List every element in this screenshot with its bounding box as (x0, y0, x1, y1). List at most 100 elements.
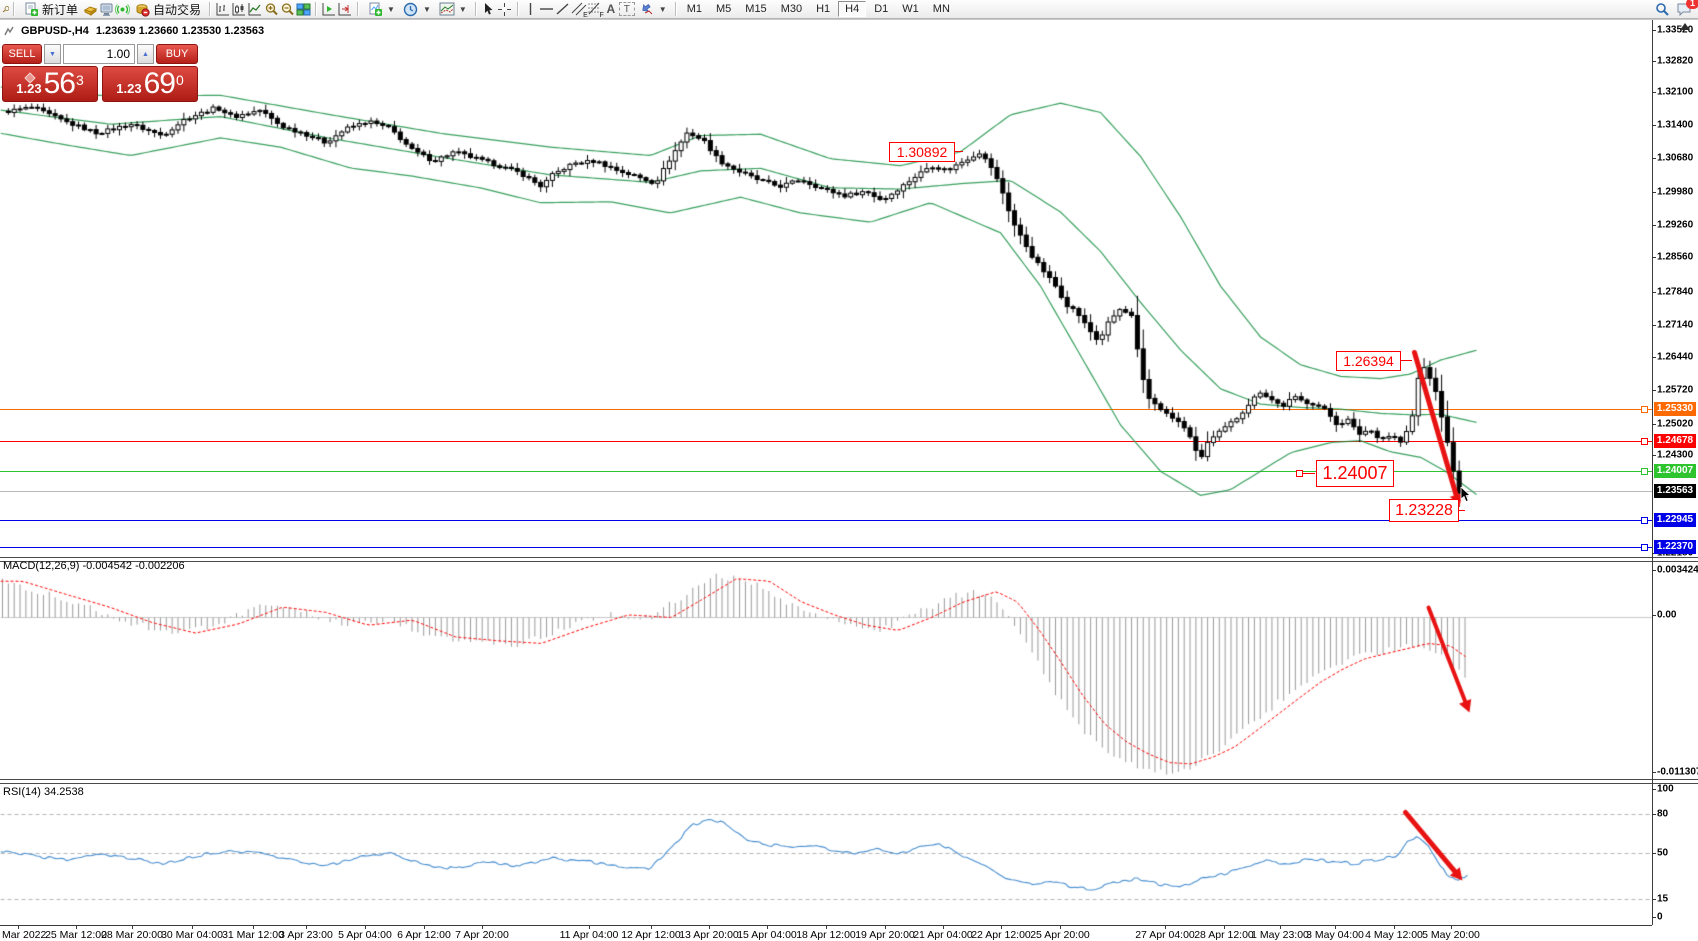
time-tickmark (253, 925, 254, 929)
clock-icon (403, 2, 419, 17)
price-annotation-1.26394[interactable]: 1.26394 (1336, 351, 1401, 371)
time-label: 18 Apr 12:00 (796, 929, 856, 941)
mt4-window: 1.335201.328201.321001.314001.306801.299… (0, 0, 1698, 941)
time-label: 27 Apr 04:00 (1135, 929, 1195, 941)
bar-chart-type-icon[interactable] (215, 2, 231, 17)
rsi-tickmark (1652, 917, 1656, 918)
time-label: 1 May 23:00 (1251, 929, 1309, 941)
horizontal-line-tool-icon[interactable] (539, 2, 555, 17)
chart-shift-icon[interactable] (337, 2, 353, 17)
zoom-out-icon[interactable] (279, 2, 295, 17)
time-tickmark (192, 925, 193, 929)
symbol-timeframe-label: GBPUSD-,H4 (21, 25, 89, 37)
timeframe-m15[interactable]: M15 (739, 1, 772, 17)
auto-scroll-icon[interactable] (321, 2, 337, 17)
rsi-tick-0: 0 (1657, 912, 1663, 923)
candlestick-type-icon[interactable] (231, 2, 247, 17)
annotation-anchor-square[interactable] (1296, 470, 1303, 477)
timeframe-m30[interactable]: M30 (775, 1, 808, 17)
time-label: 28 Mar 20:00 (101, 929, 163, 941)
price-tick-1.27140: 1.27140 (1657, 320, 1693, 331)
new-order-icon (23, 2, 39, 17)
price-annotation-1.23228[interactable]: 1.23228 (1389, 499, 1459, 522)
search-icon[interactable] (1654, 2, 1670, 17)
toolbar-separator (675, 2, 677, 16)
sell-price-panel[interactable]: 1.23 56 3 (2, 66, 98, 102)
template-button[interactable]: ▼ (435, 1, 471, 18)
time-tickmark (482, 925, 483, 929)
timeframe-w1[interactable]: W1 (896, 1, 925, 17)
new-order-button[interactable]: 新订单 (19, 1, 82, 18)
time-tickmark (651, 925, 652, 929)
price-tickmark (1652, 61, 1656, 62)
time-label: 31 Mar 12:00 (222, 929, 284, 941)
buy-price-panel[interactable]: 1.23 69 0 (102, 66, 198, 102)
price-tickmark (1652, 30, 1656, 31)
clipped-toolbar-icon[interactable] (2, 2, 9, 17)
trendline-tool-icon[interactable] (555, 2, 571, 17)
rsi-tick-15: 15 (1657, 894, 1668, 905)
text-label-tool-icon[interactable]: T (619, 2, 635, 16)
time-label: 21 Apr 04:00 (913, 929, 973, 941)
volume-decrease-button[interactable]: ▼ (44, 44, 61, 64)
auto-trading-button[interactable]: 自动交易 (130, 1, 205, 18)
zoom-in-icon[interactable] (263, 2, 279, 17)
time-tickmark (1165, 925, 1166, 929)
cursor-tool-icon[interactable] (481, 2, 497, 17)
macd-tick-0.003424: 0.003424 (1657, 565, 1698, 576)
time-label: 7 Apr 20:00 (455, 929, 509, 941)
volume-increase-button[interactable]: ▲ (137, 44, 154, 64)
signal-icon[interactable] (114, 2, 130, 17)
template-icon (439, 2, 455, 17)
chart-canvas[interactable] (0, 20, 1698, 925)
volume-input[interactable]: 1.00 (63, 44, 135, 64)
time-tickmark (767, 925, 768, 929)
arrows-tool-button[interactable]: ▼ (635, 1, 671, 18)
toolbar-separator (13, 2, 15, 16)
text-tool-icon[interactable]: A (603, 2, 619, 17)
time-tickmark (1451, 925, 1452, 929)
add-indicator-icon (367, 2, 383, 17)
pane-separator-macd[interactable] (0, 557, 1698, 562)
new-order-label: 新订单 (42, 1, 78, 18)
period-selector-button[interactable]: ▼ (399, 1, 435, 18)
timeframe-h1[interactable]: H1 (810, 1, 836, 17)
timeframe-d1[interactable]: D1 (868, 1, 894, 17)
notifications-icon[interactable]: 1 (1674, 2, 1694, 17)
ohlc-values: 1.23639 1.23660 1.23530 1.23563 (96, 25, 264, 37)
time-label: 25 Mar 12:00 (45, 929, 107, 941)
line-chart-type-icon[interactable] (247, 2, 263, 17)
add-indicator-button[interactable]: ▼ (363, 1, 399, 18)
tile-windows-icon[interactable] (295, 2, 311, 17)
time-tickmark (1280, 925, 1281, 929)
timeframe-m1[interactable]: M1 (681, 1, 708, 17)
annotation-connector (1302, 473, 1315, 474)
chart-area: 1.335201.328201.321001.314001.306801.299… (0, 0, 1698, 941)
price-annotation-1.24007[interactable]: 1.24007 (1316, 460, 1394, 487)
sell-button[interactable]: SELL (2, 44, 42, 64)
price-annotation-1.30892[interactable]: 1.30892 (889, 142, 955, 162)
channel-tool-icon[interactable]: E (571, 2, 587, 17)
dropdown-arrow-icon: ▼ (423, 5, 431, 14)
timeframe-h4[interactable]: H4 (838, 1, 866, 17)
price-tick-1.24300: 1.24300 (1657, 450, 1693, 461)
time-tickmark (1060, 925, 1061, 929)
fibonacci-tool-icon[interactable]: F (587, 2, 603, 17)
buy-button[interactable]: BUY (156, 44, 198, 64)
toolbar-separator (517, 2, 519, 16)
terminal-icon[interactable] (98, 2, 114, 17)
time-label: 28 Apr 12:00 (1194, 929, 1254, 941)
axis-top-marker-icon (1680, 23, 1690, 30)
market-watch-icon[interactable] (82, 2, 98, 17)
timeframe-m5[interactable]: M5 (710, 1, 737, 17)
time-tickmark (885, 925, 886, 929)
price-tickmark (1652, 325, 1656, 326)
arrows-tool-icon (639, 2, 655, 17)
toolbar-separator (357, 2, 359, 16)
time-tickmark (76, 925, 77, 929)
crosshair-tool-icon[interactable] (497, 2, 513, 17)
vertical-line-tool-icon[interactable] (523, 2, 539, 17)
timeframe-mn[interactable]: MN (927, 1, 956, 17)
pane-separator-rsi[interactable] (0, 779, 1698, 784)
price-tickmark (1652, 158, 1656, 159)
